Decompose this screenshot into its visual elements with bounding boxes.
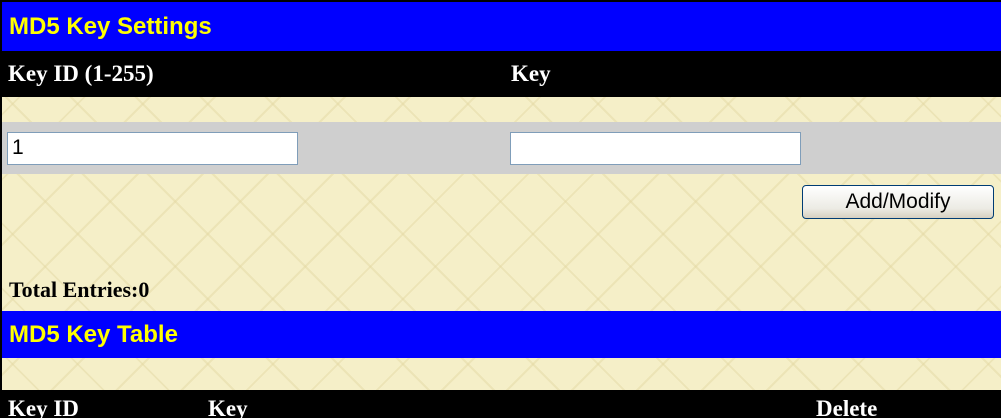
total-entries-label: Total Entries:0: [9, 277, 150, 302]
settings-title-text: MD5 Key Settings: [9, 12, 212, 40]
table-column-header-row: Key ID Key Delete: [2, 390, 1001, 418]
md5-key-table-title: MD5 Key Table: [2, 311, 1001, 358]
key-id-column-header: Key ID (1-255): [8, 61, 154, 86]
settings-input-row: [2, 122, 1001, 174]
key-input-cell: [505, 122, 1001, 174]
table-key-column-header: Key: [208, 396, 248, 418]
table-key-id-column-header: Key ID: [8, 396, 79, 418]
key-id-input-cell: [2, 122, 505, 174]
add-modify-button[interactable]: Add/Modify: [802, 185, 994, 219]
settings-column-header-row: Key ID (1-255) Key: [2, 51, 1001, 97]
md5-key-page: MD5 Key Settings Key ID (1-255) Key Add/…: [0, 0, 1001, 418]
key-column-header: Key: [511, 61, 551, 86]
table-title-text: MD5 Key Table: [9, 320, 178, 348]
md5-key-settings-title: MD5 Key Settings: [2, 2, 1001, 51]
table-delete-column-header: Delete: [816, 396, 878, 418]
key-id-input[interactable]: [7, 131, 298, 165]
key-input[interactable]: [510, 131, 801, 165]
